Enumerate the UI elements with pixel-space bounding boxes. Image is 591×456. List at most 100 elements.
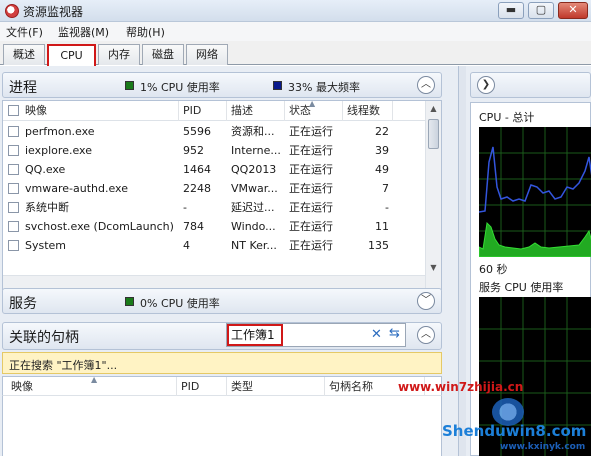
column-threads[interactable]: 线程数: [343, 101, 393, 121]
process-pid: 784: [183, 220, 204, 233]
process-checkbox[interactable]: [8, 126, 19, 137]
tab-overview[interactable]: 概述: [3, 44, 45, 65]
pane-splitter[interactable]: [458, 66, 466, 456]
window-title: 资源监视器: [23, 5, 84, 19]
process-threads: 22: [375, 125, 389, 138]
process-status: 正在运行: [289, 239, 333, 252]
clear-search-icon[interactable]: ✕: [371, 327, 382, 342]
process-row[interactable]: 系统中断 - 延迟过... 正在运行 -: [3, 198, 425, 217]
process-status: 正在运行: [289, 201, 333, 214]
process-image: vmware-authd.exe: [25, 182, 128, 195]
process-image: svchost.exe (DcomLaunch): [25, 220, 174, 233]
collapse-processes-button[interactable]: ︿: [417, 76, 435, 94]
services-cpu-usage-text: 0% CPU 使用率: [140, 297, 220, 310]
cpu-total-graph: [478, 127, 591, 258]
processes-header[interactable]: 进程 1% CPU 使用率 33% 最大频率 ︿: [2, 72, 442, 98]
process-checkbox[interactable]: [8, 164, 19, 175]
process-status: 正在运行: [289, 182, 333, 195]
process-row[interactable]: perfmon.exe 5596 资源和... 正在运行 22: [3, 122, 425, 141]
process-pid: 1464: [183, 163, 211, 176]
search-status-text: 正在搜索 "工作簿1"...: [9, 359, 118, 372]
process-threads: 135: [368, 239, 389, 252]
graphs-toolbar: ❯: [470, 72, 591, 98]
processes-horizontal-scrollbar[interactable]: [3, 275, 425, 289]
menu-monitor[interactable]: 监视器(M): [58, 24, 109, 40]
watermark-win7zhijia: www.win7zhijia.cn: [398, 380, 524, 394]
scroll-down-icon[interactable]: ▼: [426, 260, 441, 275]
search-highlight: [227, 324, 283, 346]
process-description: 延迟过...: [231, 201, 275, 214]
process-threads: -: [385, 201, 389, 214]
expand-graphs-button[interactable]: ❯: [477, 76, 495, 94]
handles-sort-icon: ▲: [91, 375, 98, 384]
tab-disk[interactable]: 磁盘: [142, 44, 184, 65]
graphs-panel: CPU - 总计 60 秒 服务 CPU 使用率: [470, 102, 591, 456]
process-checkbox[interactable]: [8, 183, 19, 194]
process-image: perfmon.exe: [25, 125, 95, 138]
cpu-total-label: CPU - 总计: [479, 111, 535, 124]
process-description: Interne...: [231, 144, 281, 157]
column-description[interactable]: 描述: [227, 101, 285, 121]
tab-memory[interactable]: 内存: [98, 44, 140, 65]
minimize-button[interactable]: ▬: [498, 2, 524, 19]
menu-help[interactable]: 帮助(H): [126, 24, 165, 40]
service-cpu-label: 服务 CPU 使用率: [479, 281, 564, 294]
process-pid: 4: [183, 239, 190, 252]
scroll-thumb[interactable]: [428, 119, 439, 149]
max-frequency-legend-swatch: [273, 81, 282, 90]
expand-services-button[interactable]: ﹀: [417, 292, 435, 310]
cpu-usage-area: [478, 221, 591, 258]
process-checkbox[interactable]: [8, 202, 19, 213]
cpu-usage-text: 1% CPU 使用率: [140, 81, 220, 94]
process-checkbox[interactable]: [8, 221, 19, 232]
process-row[interactable]: svchost.exe (DcomLaunch) 784 Windo... 正在运行 1…: [3, 217, 425, 236]
processes-table-header: 映像 PID 描述 状态 ▲ 线程数: [3, 99, 425, 121]
refresh-search-icon[interactable]: ⇆: [389, 326, 400, 341]
column-pid[interactable]: PID: [179, 101, 227, 121]
services-cpu-legend-swatch: [125, 297, 134, 306]
scroll-up-icon[interactable]: ▲: [426, 101, 441, 116]
process-row[interactable]: System 4 NT Ker... 正在运行 135: [3, 236, 425, 255]
process-pid: 952: [183, 144, 204, 157]
menu-file[interactable]: 文件(F): [6, 24, 43, 40]
time-span-label: 60 秒: [479, 263, 508, 276]
process-row[interactable]: iexplore.exe 952 Interne... 正在运行 39: [3, 141, 425, 160]
collapse-handles-button[interactable]: ︿: [417, 326, 435, 344]
process-description: Windo...: [231, 220, 276, 233]
title-bar: 资源监视器 ▬ ▢ ✕: [0, 0, 591, 22]
process-checkbox[interactable]: [8, 240, 19, 251]
watermark-shenduwin8: Shenduwin8.com: [442, 422, 587, 440]
max-frequency-text: 33% 最大频率: [288, 81, 360, 94]
select-all-checkbox[interactable]: [8, 105, 19, 116]
maximize-button[interactable]: ▢: [528, 2, 554, 19]
process-image: QQ.exe: [25, 163, 66, 176]
handles-column-pid[interactable]: PID: [177, 377, 227, 397]
process-threads: 7: [382, 182, 389, 195]
tab-bar: 概述 CPU 内存 磁盘 网络: [0, 41, 591, 66]
handles-column-type[interactable]: 类型: [227, 377, 325, 397]
search-status-bar: 正在搜索 "工作簿1"...: [2, 352, 442, 374]
process-threads: 49: [375, 163, 389, 176]
process-row[interactable]: vmware-authd.exe 2248 VMwar... 正在运行 7: [3, 179, 425, 198]
tab-network[interactable]: 网络: [186, 44, 228, 65]
tab-cpu[interactable]: CPU: [47, 44, 96, 66]
sort-ascending-icon: ▲: [309, 99, 316, 108]
process-description: NT Ker...: [231, 239, 277, 252]
processes-table: 映像 PID 描述 状态 ▲ 线程数 perfmon.exe 5596 资源和...…: [2, 99, 442, 290]
process-checkbox[interactable]: [8, 145, 19, 156]
close-button[interactable]: ✕: [558, 2, 588, 19]
cpu-usage-legend-swatch: [125, 81, 134, 90]
handles-table-header: 映像 ▲ PID 类型 句柄名称: [2, 375, 442, 397]
process-image: System: [25, 239, 67, 252]
cpu-total-graph-svg: [478, 127, 591, 258]
processes-vertical-scrollbar[interactable]: ▲ ▼: [425, 101, 441, 289]
process-threads: 11: [375, 220, 389, 233]
services-header[interactable]: 服务 0% CPU 使用率 ﹀: [2, 288, 442, 314]
menu-bar: 文件(F) 监视器(M) 帮助(H): [0, 22, 591, 41]
handle-search-box: ✕ ⇆: [226, 323, 406, 347]
process-row[interactable]: QQ.exe 1464 QQ2013 正在运行 49: [3, 160, 425, 179]
column-image[interactable]: 映像: [21, 101, 179, 121]
process-description: 资源和...: [231, 125, 275, 138]
process-status: 正在运行: [289, 125, 333, 138]
handles-title: 关联的句柄: [9, 330, 79, 346]
